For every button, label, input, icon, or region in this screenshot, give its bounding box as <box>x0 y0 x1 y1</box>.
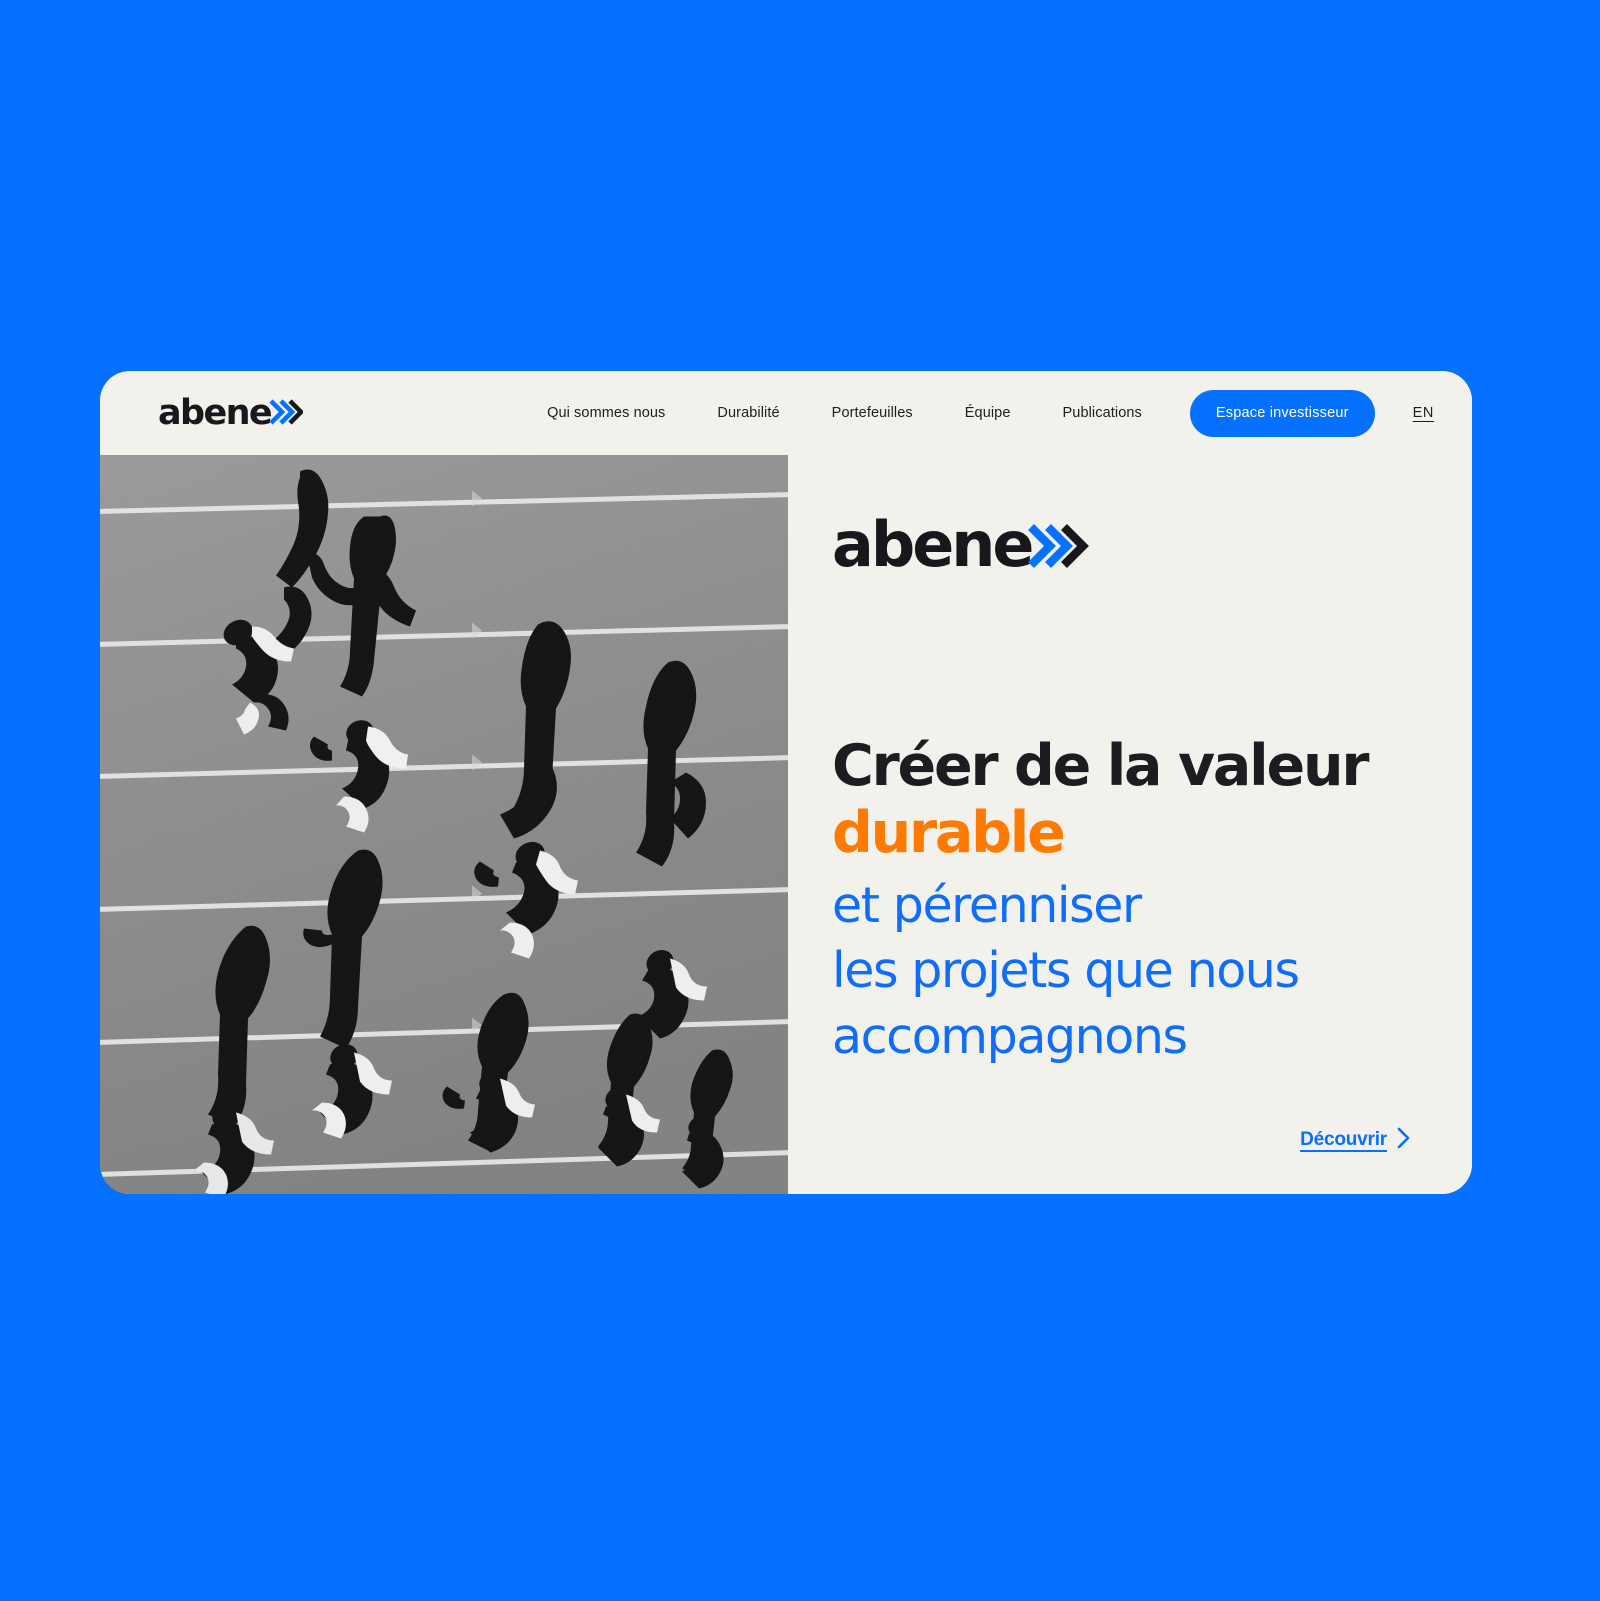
discover-label: Découvrir <box>1300 1129 1387 1150</box>
discover-row: Découvrir <box>832 1126 1412 1154</box>
hero-content: abene Créer de la valeur durable et pére… <box>788 455 1472 1194</box>
brand-logo-double-chevron-icon <box>269 397 305 431</box>
headline-sub-line-1: et pérenniser <box>832 877 1142 935</box>
headline-subtext: et pérenniser les projets que nous accom… <box>832 873 1412 1068</box>
brand-logo-wordmark: abene <box>158 392 273 433</box>
nav-item-publications[interactable]: Publications <box>1037 405 1168 421</box>
nav-item-qui-sommes-nous[interactable]: Qui sommes nous <box>521 405 691 421</box>
headline-sub-line-3: accompagnons <box>832 1007 1188 1065</box>
nav-item-durabilite[interactable]: Durabilité <box>691 405 805 421</box>
main-navigation: Qui sommes nous Durabilité Portefeuilles… <box>521 389 1434 437</box>
hero-brand-logo: abene <box>832 508 1412 581</box>
headline-line-1: Créer de la valeur <box>832 733 1369 799</box>
site-hero-card: abene Qui sommes nous Durabilité Portefe… <box>100 371 1472 1194</box>
headline-sub-line-2: les projets que nous <box>832 942 1300 1000</box>
hero-body: abene Créer de la valeur durable et pére… <box>100 455 1472 1194</box>
hero-headline: Créer de la valeur durable et pérenniser… <box>832 733 1412 1069</box>
language-switcher-en[interactable]: EN <box>1413 405 1434 421</box>
nav-item-portefeuilles[interactable]: Portefeuilles <box>806 405 939 421</box>
hero-brand-double-chevron-icon <box>1027 519 1090 577</box>
site-header: abene Qui sommes nous Durabilité Portefe… <box>100 371 1472 455</box>
hero-brand-wordmark: abene <box>832 508 1034 581</box>
discover-link[interactable]: Découvrir <box>1300 1126 1410 1154</box>
hero-photo <box>100 455 788 1194</box>
headline-line-2-durable: durable <box>832 799 1066 866</box>
chevron-right-icon <box>1397 1127 1410 1155</box>
investor-space-button[interactable]: Espace investisseur <box>1189 389 1375 437</box>
nav-item-equipe[interactable]: Équipe <box>939 405 1037 421</box>
brand-logo[interactable]: abene <box>158 392 305 433</box>
